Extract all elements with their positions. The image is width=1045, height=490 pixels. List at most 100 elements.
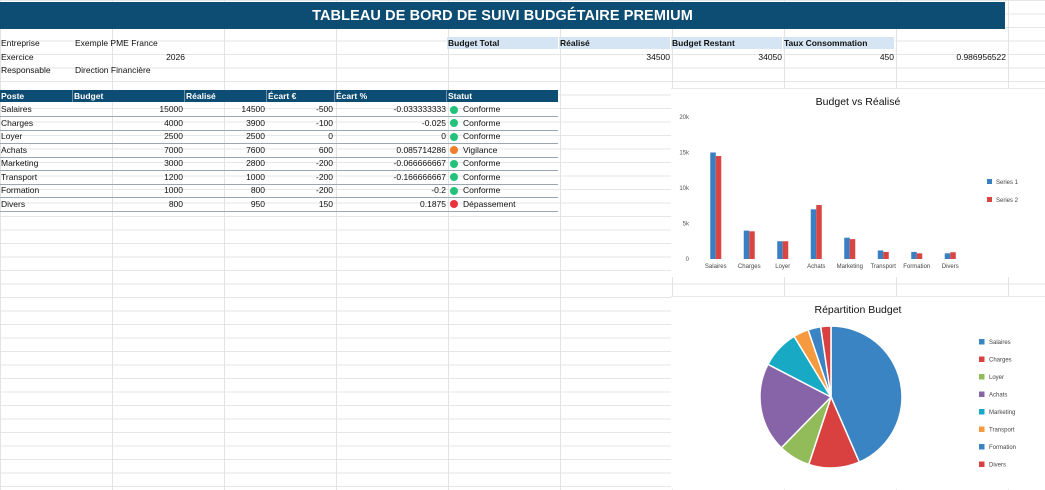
cell-statut[interactable]: Dépassement	[463, 198, 557, 211]
cell-ecart[interactable]: 150	[267, 198, 333, 211]
status-dot-icon	[450, 173, 458, 181]
cell-poste[interactable]: Marketing	[1, 157, 71, 170]
status-dot-icon	[450, 119, 458, 127]
status-dot-icon	[450, 132, 458, 141]
col-header-budget[interactable]: Budget	[73, 90, 185, 102]
x-tick-label: Charges	[738, 264, 761, 270]
cell-realise[interactable]: 2500	[185, 130, 265, 143]
x-tick-label: Loyer	[775, 264, 790, 270]
cell-budget[interactable]: 800	[73, 198, 183, 211]
bar-budget	[777, 241, 783, 259]
cell-statut[interactable]: Conforme	[463, 157, 557, 170]
col-header-statut[interactable]: Statut	[447, 90, 558, 102]
cell-budget[interactable]: 4000	[73, 117, 183, 130]
cell-ecart[interactable]: 0	[267, 130, 333, 143]
y-tick-label: 10k	[679, 186, 690, 192]
col-header-ecart-pct[interactable]: Écart %	[335, 90, 447, 102]
cell-realise[interactable]: 14500	[185, 103, 265, 116]
bar-realise	[816, 205, 822, 259]
legend-label: Marketing	[989, 410, 1015, 416]
legend-label: Transport	[989, 428, 1015, 434]
cell-budget[interactable]: 15000	[73, 103, 183, 116]
legend-swatch	[979, 444, 985, 450]
legend-label: Salaires	[989, 340, 1011, 346]
cell-poste[interactable]: Formation	[1, 184, 71, 197]
x-tick-label: Salaires	[705, 264, 727, 270]
cell-pct[interactable]: -0.2	[335, 184, 446, 197]
info-value-entreprise[interactable]: Exemple PME France	[75, 37, 185, 50]
pie-chart: Salaires Charges Loyer Achats Marketing Trans…	[759, 325, 1016, 469]
cell-poste[interactable]: Divers	[1, 198, 71, 211]
legend-swatch	[987, 197, 992, 202]
cell-pct[interactable]: -0.066666667	[335, 157, 446, 170]
y-tick-label: 5k	[683, 222, 690, 228]
cell-budget[interactable]: 1200	[73, 171, 183, 184]
cell-budget[interactable]: 3000	[73, 157, 183, 170]
cell-realise[interactable]: 2800	[185, 157, 265, 170]
cell-statut[interactable]: Vigilance	[463, 144, 557, 157]
cell-poste[interactable]: Transport	[1, 171, 71, 184]
col-header-poste[interactable]: Poste	[0, 90, 73, 102]
bar-chart-panel[interactable]: Budget vs Réalisé 0 5k 10k 15k 20k Salaires Ch…	[671, 88, 1045, 277]
cell-budget[interactable]: 2500	[73, 130, 183, 143]
info-value-responsable[interactable]: Direction Financière	[75, 64, 185, 77]
cell-statut[interactable]: Conforme	[463, 171, 557, 184]
legend-label: Series 2	[996, 198, 1019, 204]
bar-realise	[916, 253, 923, 259]
cell-poste[interactable]: Salaires	[1, 103, 71, 116]
cell-pct[interactable]: -0.025	[335, 117, 446, 130]
cell-pct[interactable]: -0.033333333	[335, 103, 446, 116]
kpi-value-budget-restant[interactable]: 450	[783, 51, 894, 64]
status-dot-icon	[450, 159, 458, 168]
y-tick-label: 0	[686, 257, 690, 263]
status-dot-icon	[450, 186, 458, 195]
cell-ecart[interactable]: -500	[267, 103, 333, 116]
bar-realise	[715, 156, 722, 259]
kpi-value-budget-total[interactable]: 34500	[559, 51, 670, 64]
cell-ecart[interactable]: -200	[267, 157, 333, 170]
cell-statut[interactable]: Conforme	[463, 130, 557, 143]
cell-budget[interactable]: 7000	[73, 144, 183, 157]
bar-budget	[877, 250, 884, 259]
cell-pct[interactable]: -0.166666667	[335, 171, 446, 184]
cell-pct[interactable]: 0.1875	[335, 198, 446, 211]
legend-label: Divers	[989, 463, 1006, 469]
legend-label: Achats	[989, 393, 1007, 399]
cell-realise[interactable]: 7600	[185, 144, 265, 157]
cell-realise[interactable]: 1000	[185, 171, 265, 184]
cell-statut[interactable]: Conforme	[463, 184, 557, 197]
cell-realise[interactable]: 3900	[185, 117, 265, 130]
bar-realise	[749, 231, 755, 259]
cell-pct[interactable]: 0	[335, 130, 446, 143]
cell-realise[interactable]: 800	[185, 184, 265, 197]
kpi-value-taux-consommation[interactable]: 0.986956522	[895, 51, 1006, 64]
legend-label: Series 1	[996, 180, 1019, 186]
cell-poste[interactable]: Loyer	[1, 130, 71, 143]
cell-poste[interactable]: Charges	[1, 117, 71, 130]
col-header-ecart[interactable]: Écart €	[267, 90, 335, 102]
x-tick-label: Achats	[807, 264, 825, 270]
bar-budget	[743, 230, 750, 259]
legend-label: Formation	[989, 445, 1016, 451]
pie-chart-panel[interactable]: Répartition Budget Salaires Charges Loyer A…	[671, 296, 1045, 489]
cell-pct[interactable]: 0.085714286	[335, 144, 446, 157]
cell-ecart[interactable]: -200	[267, 184, 333, 197]
cell-statut[interactable]: Conforme	[463, 103, 557, 116]
cell-statut[interactable]: Conforme	[463, 117, 557, 130]
cell-budget[interactable]: 1000	[73, 184, 183, 197]
cell-poste[interactable]: Achats	[1, 144, 71, 157]
legend-swatch	[979, 391, 985, 397]
bar-realise	[782, 241, 789, 259]
kpi-value-realise[interactable]: 34050	[671, 51, 782, 64]
cell-realise[interactable]: 950	[185, 198, 265, 211]
info-value-exercice[interactable]: 2026	[75, 51, 185, 64]
kpi-header-realise: Réalisé	[559, 37, 671, 49]
cell-ecart[interactable]: 600	[267, 144, 333, 157]
cell-ecart[interactable]: -100	[267, 117, 333, 130]
col-header-realise[interactable]: Réalisé	[185, 90, 267, 102]
legend-swatch	[979, 374, 985, 380]
x-tick-label: Transport	[871, 264, 897, 270]
dashboard-title: TABLEAU DE BORD DE SUIVI BUDGÉTAIRE PREM…	[0, 2, 1005, 29]
cell-ecart[interactable]: -200	[267, 171, 333, 184]
info-label-entreprise: Entreprise	[1, 38, 40, 48]
